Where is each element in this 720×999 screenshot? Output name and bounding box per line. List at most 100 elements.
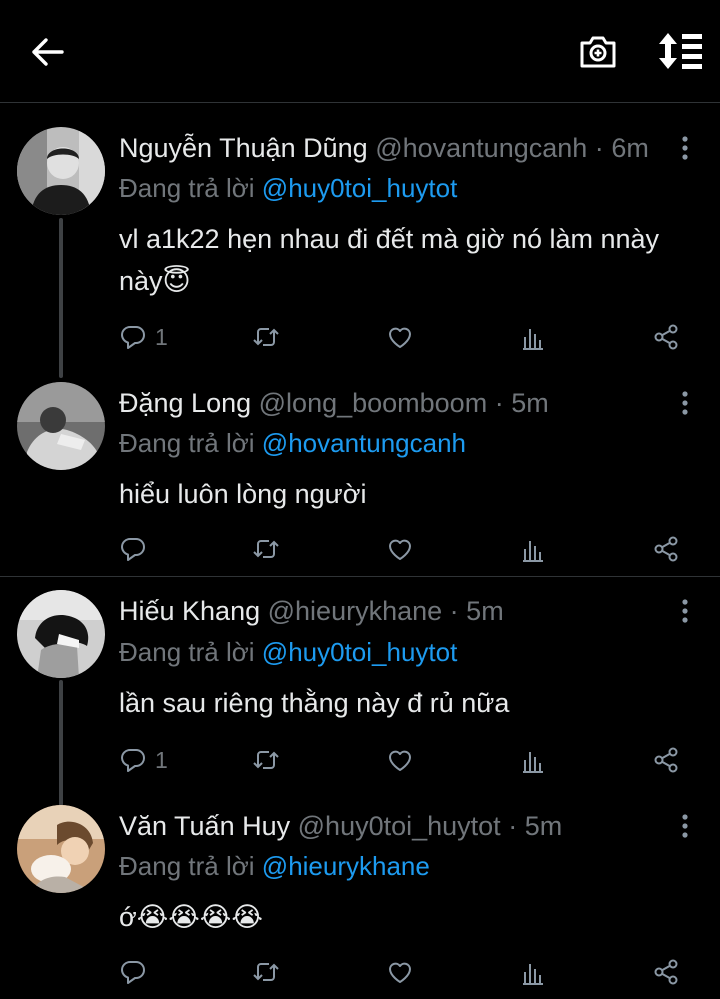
timestamp[interactable]: 5m	[525, 811, 563, 841]
more-options-button[interactable]	[676, 813, 694, 839]
like-icon	[386, 535, 414, 563]
like-icon	[386, 323, 414, 351]
retweet-button[interactable]	[252, 745, 280, 775]
more-vertical-icon	[676, 390, 694, 416]
like-button[interactable]	[386, 745, 414, 775]
more-options-button[interactable]	[676, 390, 694, 416]
reply-button[interactable]	[119, 534, 155, 564]
reply-button[interactable]: 1	[119, 322, 168, 352]
retweet-icon	[252, 323, 280, 351]
replying-to: Đang trả lời @huy0toi_huytot	[119, 172, 457, 204]
like-button[interactable]	[386, 957, 414, 987]
tweet-header: Hiếu Khang @hieurykhane · 5m	[119, 595, 504, 627]
reply-button[interactable]: 1	[119, 745, 168, 775]
analytics-button[interactable]	[519, 322, 547, 352]
like-icon	[386, 746, 414, 774]
display-name[interactable]: Hiếu Khang	[119, 596, 260, 626]
reply-icon	[119, 958, 147, 986]
timestamp[interactable]: 5m	[466, 596, 504, 626]
tweet-actions: 1	[119, 745, 689, 775]
separator-dot: ·	[494, 388, 504, 418]
share-icon	[652, 323, 680, 351]
timestamp[interactable]: 5m	[511, 388, 549, 418]
thread-line	[59, 218, 63, 378]
avatar-image	[17, 382, 105, 470]
retweet-icon	[252, 958, 280, 986]
user-handle[interactable]: @hieurykhane	[268, 596, 443, 626]
mention-link[interactable]: @huy0toi_huytot	[262, 173, 458, 203]
user-handle[interactable]: @long_boomboom	[259, 388, 488, 418]
like-button[interactable]	[386, 322, 414, 352]
retweet-icon	[252, 535, 280, 563]
analytics-button[interactable]	[519, 745, 547, 775]
reply-icon	[119, 323, 147, 351]
mention-link[interactable]: @hieurykhane	[262, 851, 430, 881]
replying-label: Đang trả lời	[119, 173, 255, 203]
tweet-header: Văn Tuấn Huy @huy0toi_huytot · 5m	[119, 810, 562, 842]
thread-line	[59, 680, 63, 806]
share-button[interactable]	[652, 322, 680, 352]
separator-dot: ·	[449, 596, 459, 626]
analytics-icon	[519, 535, 547, 563]
retweet-button[interactable]	[252, 322, 280, 352]
user-handle[interactable]: @huy0toi_huytot	[298, 811, 501, 841]
separator-dot: ·	[508, 811, 518, 841]
tweet-text: ớ😭😭😭😭	[119, 902, 263, 932]
reply-icon	[119, 746, 147, 774]
avatar[interactable]	[17, 382, 105, 470]
more-options-button[interactable]	[676, 135, 694, 161]
tweet-actions	[119, 534, 689, 564]
more-vertical-icon	[676, 813, 694, 839]
camera-button[interactable]	[579, 32, 617, 70]
analytics-icon	[519, 958, 547, 986]
more-vertical-icon	[676, 135, 694, 161]
camera-add-icon	[580, 36, 616, 68]
reply-button[interactable]	[119, 957, 155, 987]
replying-label: Đang trả lời	[119, 637, 255, 667]
analytics-icon	[519, 746, 547, 774]
analytics-icon	[519, 323, 547, 351]
share-icon	[652, 746, 680, 774]
back-button[interactable]	[30, 36, 66, 68]
tweet-text: lần sau riêng thằng này đ rủ nữa	[119, 688, 510, 718]
more-options-button[interactable]	[676, 598, 694, 624]
mention-link[interactable]: @hovantungcanh	[262, 428, 466, 458]
arrow-left-icon	[32, 38, 64, 66]
avatar-image	[17, 127, 105, 215]
sort-icon	[659, 33, 702, 69]
retweet-button[interactable]	[252, 957, 280, 987]
analytics-button[interactable]	[519, 534, 547, 564]
display-name[interactable]: Nguyễn Thuận Dũng	[119, 133, 368, 163]
share-button[interactable]	[652, 745, 680, 775]
tweet-actions	[119, 957, 689, 987]
share-button[interactable]	[652, 957, 680, 987]
avatar[interactable]	[17, 805, 105, 893]
display-name[interactable]: Đặng Long	[119, 388, 251, 418]
mention-link[interactable]: @huy0toi_huytot	[262, 637, 458, 667]
avatar-image	[17, 805, 105, 893]
tweet-actions: 1	[119, 322, 689, 352]
replying-to: Đang trả lời @hieurykhane	[119, 850, 430, 882]
replying-to: Đang trả lời @hovantungcanh	[119, 427, 466, 459]
replying-label: Đang trả lời	[119, 851, 255, 881]
analytics-button[interactable]	[519, 957, 547, 987]
tweet-header: Đặng Long @long_boomboom · 5m	[119, 387, 549, 419]
like-button[interactable]	[386, 534, 414, 564]
tweet-text: hiểu luôn lòng người	[119, 479, 367, 509]
user-handle[interactable]: @hovantungcanh	[375, 133, 587, 163]
avatar[interactable]	[17, 590, 105, 678]
timestamp[interactable]: 6m	[611, 133, 649, 163]
share-icon	[652, 535, 680, 563]
replying-to: Đang trả lời @huy0toi_huytot	[119, 636, 457, 668]
retweet-button[interactable]	[252, 534, 280, 564]
retweet-icon	[252, 746, 280, 774]
tweet-header: Nguyễn Thuận Dũng @hovantungcanh · 6m	[119, 132, 649, 164]
share-icon	[652, 958, 680, 986]
divider	[0, 576, 720, 577]
like-icon	[386, 958, 414, 986]
share-button[interactable]	[652, 534, 680, 564]
avatar[interactable]	[17, 127, 105, 215]
reply-count: 1	[155, 323, 168, 350]
display-name[interactable]: Văn Tuấn Huy	[119, 811, 290, 841]
sort-button[interactable]	[658, 33, 704, 69]
